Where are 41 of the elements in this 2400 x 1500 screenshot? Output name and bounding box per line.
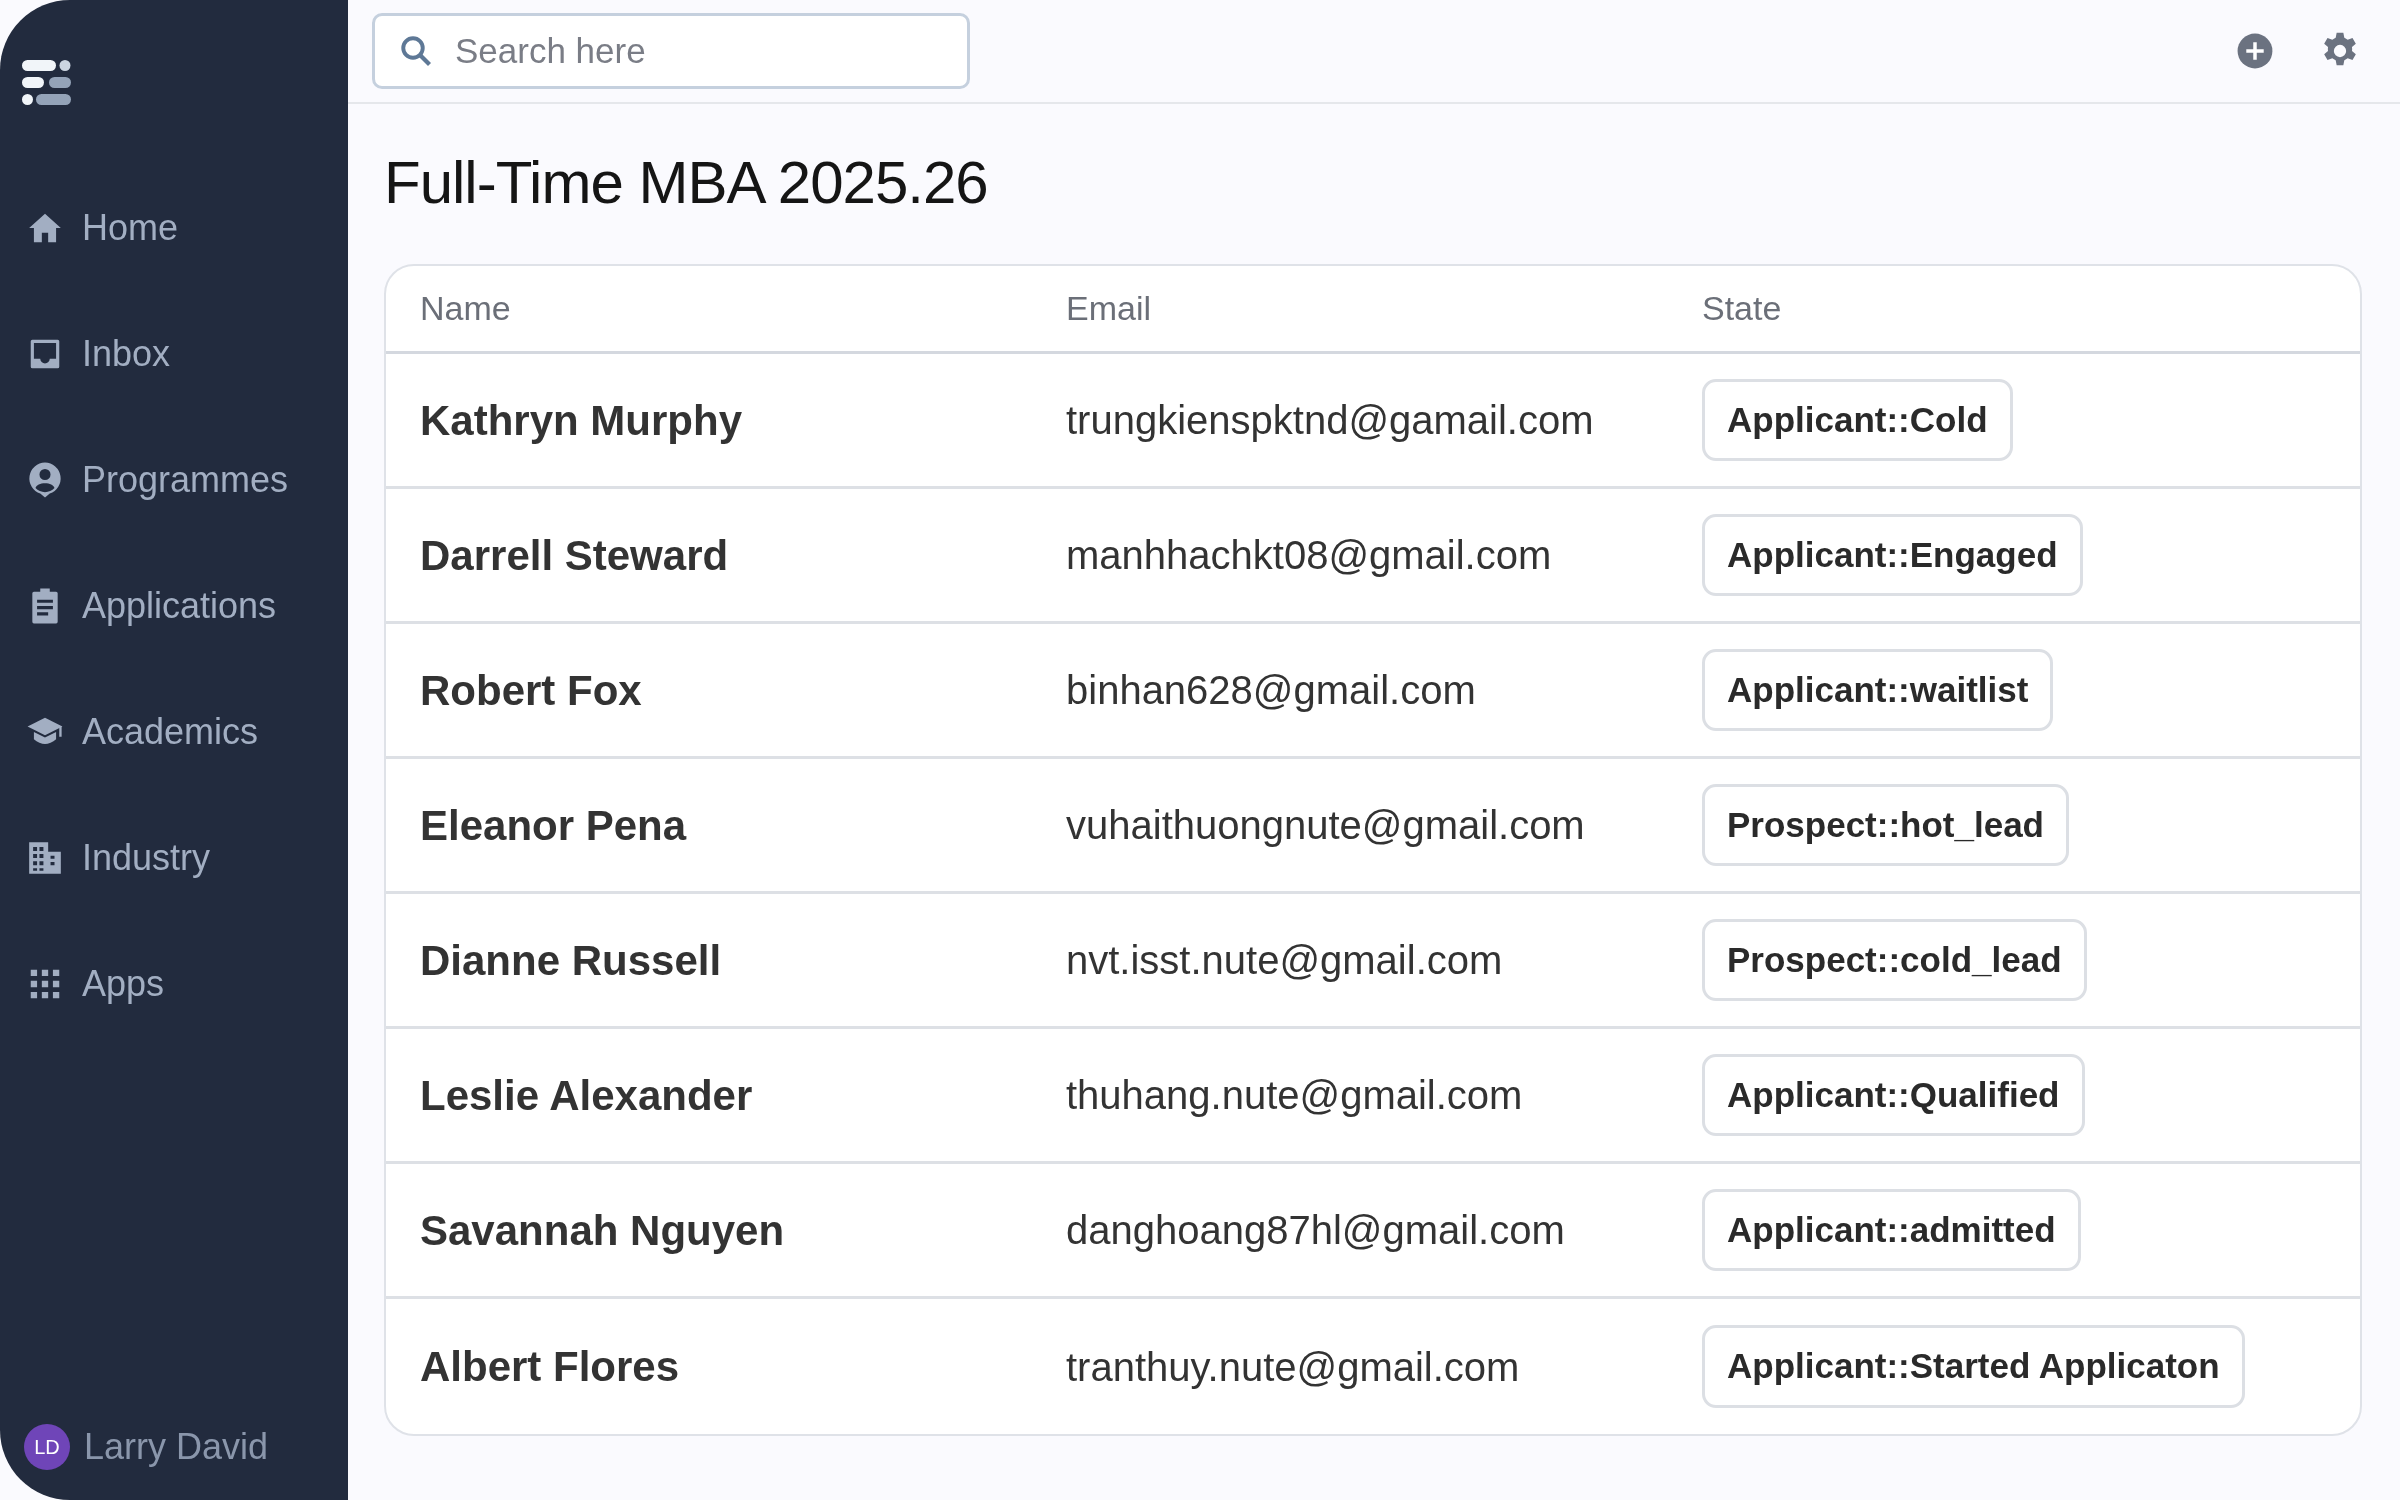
name-cell-text: Robert Fox [420,665,643,716]
name-cell-text: Leslie Alexander [420,1070,754,1121]
nav-item[interactable]: Home [26,203,348,253]
nav-item[interactable]: Inbox [26,329,348,379]
email-cell-text: thuhang.nute@gmail.com [1066,1072,1524,1119]
nav-item[interactable]: Applications [26,581,348,631]
page-title: Full-Time MBA 2025.26 [384,148,989,218]
state-tag: Prospect::cold_lead [1702,918,2087,1002]
email-cell-text: nvt.isst.nute@gmail.com [1066,937,1504,984]
name-cell-text: Kathryn Murphy [420,395,743,446]
building-icon [26,839,64,877]
state-tag: Applicant::admitted [1702,1188,2081,1272]
column-header: State [1702,288,1783,329]
state-tag: Applicant::waitlist [1702,648,2054,732]
user-name[interactable]: Larry David [84,1420,269,1474]
state-tag: Prospect::hot_lead [1702,783,2069,867]
nav-item[interactable]: Industry [26,833,348,883]
user-avatar: LD [24,1424,70,1470]
name-cell-text: Dianne Russell [420,935,723,986]
name-cell-text: Darrell Steward [420,530,730,581]
email-cell-text: tranthuy.nute@gmail.com [1066,1343,1521,1391]
email-cell-text: binhan628@gmail.com [1066,667,1477,714]
name-cell-text: Albert Flores [420,1342,681,1392]
state-tag: Applicant::Engaged [1702,513,2083,597]
column-header: Name [420,288,512,329]
email-cell-text: vuhaithuongnute@gmail.com [1066,802,1586,849]
state-tag: Applicant::Cold [1702,378,2013,462]
nav-item[interactable]: Programmes [26,455,348,505]
logo-icon [22,58,72,108]
column-header: Email [1066,288,1153,329]
email-cell-text: danghoang87hl@gmail.com [1066,1207,1566,1254]
nav-item[interactable]: Academics [26,707,348,757]
state-tag: Applicant::Qualified [1702,1053,2085,1137]
email-cell-text: trungkienspktnd@gamail.com [1066,397,1595,444]
email-cell-text: manhhachkt08@gmail.com [1066,532,1553,579]
name-cell-text: Eleanor Pena [420,800,688,851]
name-cell-text: Savannah Nguyen [420,1205,786,1256]
nav-item[interactable]: Apps [26,959,348,1009]
plus-circle-icon [2236,32,2274,70]
search-field[interactable]: Search here [372,13,970,89]
state-tag: Applicant::Started Applicaton [1702,1325,2245,1408]
